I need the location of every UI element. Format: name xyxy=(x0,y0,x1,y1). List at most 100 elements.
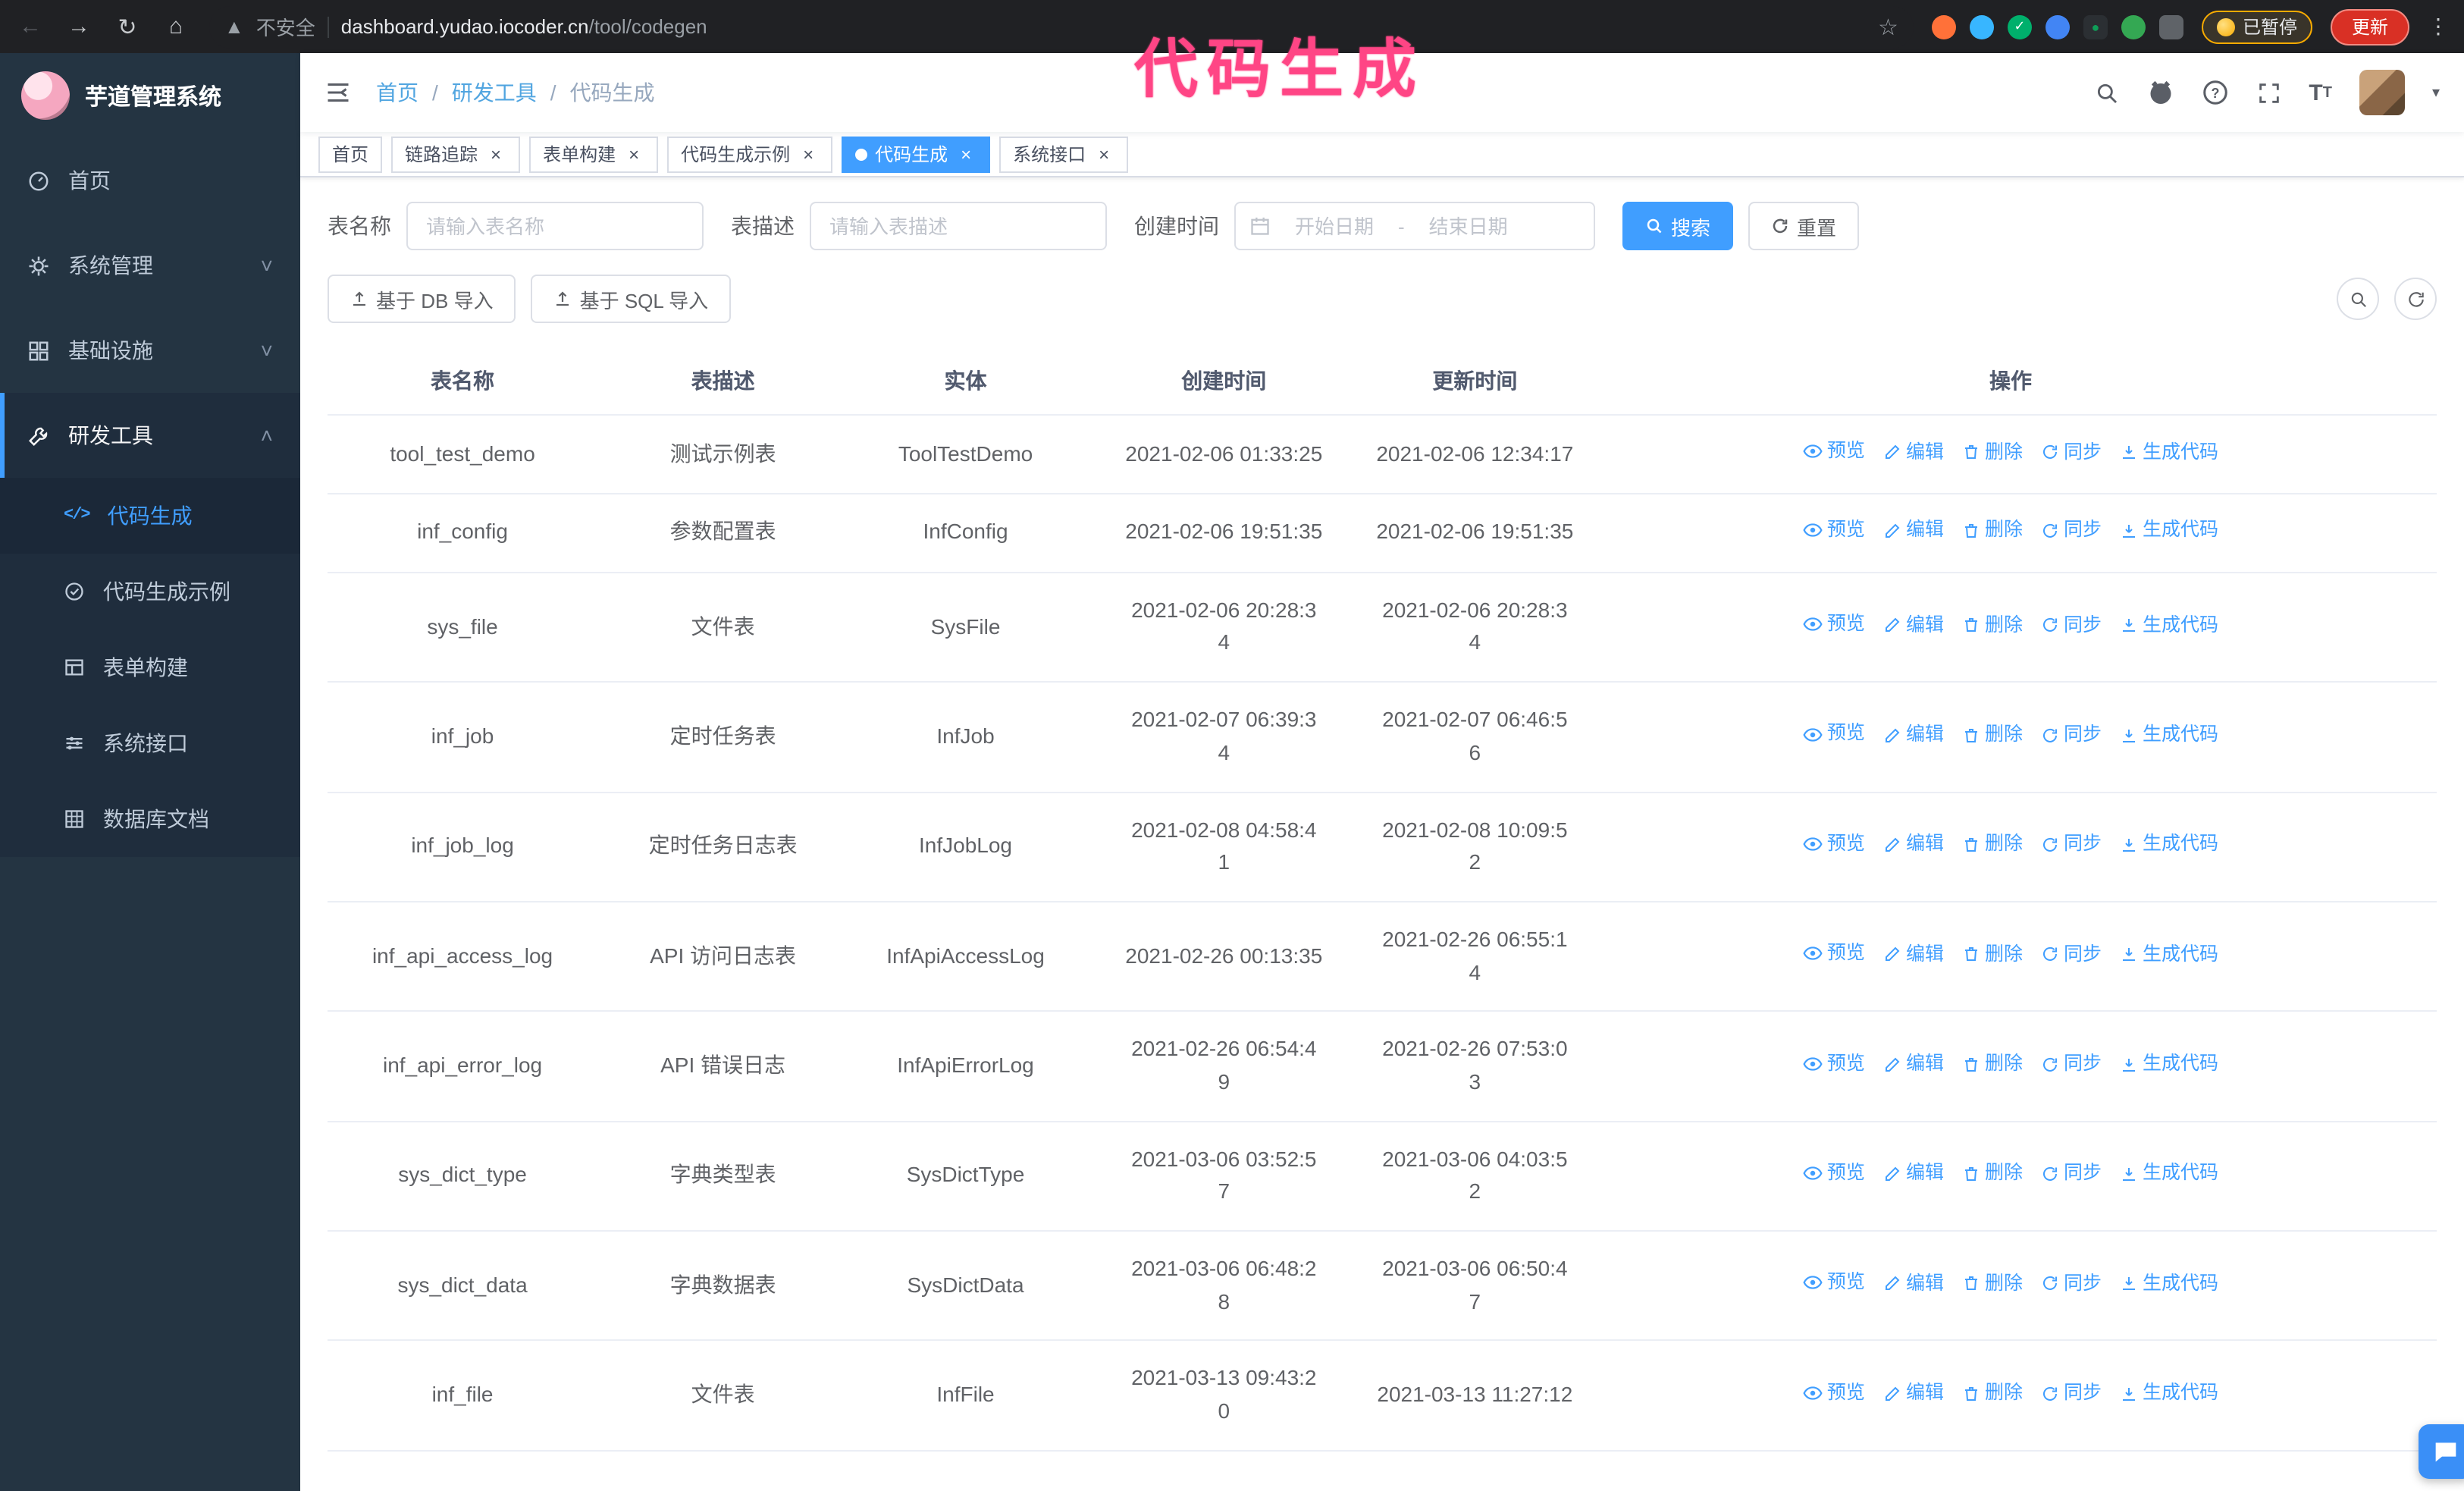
close-icon[interactable]: × xyxy=(1093,143,1114,165)
sidebar-item-system[interactable]: 系统管理 ˅ xyxy=(0,223,300,308)
action-sync[interactable]: 同步 xyxy=(2041,1050,2102,1079)
browser-back-icon[interactable]: ← xyxy=(15,14,45,39)
action-generate[interactable]: 生成代码 xyxy=(2120,1160,2218,1189)
extension-icon-6[interactable] xyxy=(2121,14,2146,39)
action-preview[interactable]: 预览 xyxy=(1803,830,1865,859)
action-preview[interactable]: 预览 xyxy=(1803,1159,1865,1188)
extension-icon-4[interactable] xyxy=(2045,14,2070,39)
action-sync[interactable]: 同步 xyxy=(2041,516,2102,546)
help-icon[interactable]: ? xyxy=(2201,79,2228,106)
action-generate[interactable]: 生成代码 xyxy=(2120,438,2218,467)
sidebar-item-infrastructure[interactable]: 基础设施 ˅ xyxy=(0,308,300,393)
end-date-input[interactable] xyxy=(1413,215,1523,237)
bookmark-star-icon[interactable]: ☆ xyxy=(1878,13,1898,40)
customer-service-widget[interactable] xyxy=(2419,1424,2464,1479)
action-generate[interactable]: 生成代码 xyxy=(2120,830,2218,860)
table-desc-input[interactable] xyxy=(810,202,1107,250)
action-delete[interactable]: 删除 xyxy=(1962,438,2023,467)
action-edit[interactable]: 编辑 xyxy=(1883,1270,1944,1299)
reset-button[interactable]: 重置 xyxy=(1748,202,1860,250)
close-icon[interactable]: × xyxy=(798,143,819,165)
extensions-puzzle-icon[interactable] xyxy=(2158,14,2183,39)
browser-home-icon[interactable]: ⌂ xyxy=(161,14,191,39)
font-size-icon[interactable]: TT xyxy=(2309,80,2332,105)
table-name-input[interactable] xyxy=(406,202,704,250)
action-edit[interactable]: 编辑 xyxy=(1883,1160,1944,1189)
action-delete[interactable]: 删除 xyxy=(1962,516,2023,546)
action-sync[interactable]: 同步 xyxy=(2041,940,2102,969)
address-bar[interactable]: ▲︎ 不安全 dashboard.yudao.iocoder.cn/tool/c… xyxy=(209,5,1914,48)
tab-system-api[interactable]: 系统接口 × xyxy=(999,136,1129,172)
date-range-picker[interactable]: - xyxy=(1234,202,1595,250)
action-delete[interactable]: 删除 xyxy=(1962,1050,2023,1079)
action-sync[interactable]: 同步 xyxy=(2041,1379,2102,1408)
action-edit[interactable]: 编辑 xyxy=(1883,438,1944,467)
action-delete[interactable]: 删除 xyxy=(1962,720,2023,750)
sidebar-item-dev-tools[interactable]: 研发工具 ˄ xyxy=(0,393,300,478)
action-edit[interactable]: 编辑 xyxy=(1883,1379,1944,1408)
action-delete[interactable]: 删除 xyxy=(1962,1379,2023,1408)
breadcrumb-home[interactable]: 首页 xyxy=(376,77,419,108)
action-sync[interactable]: 同步 xyxy=(2041,438,2102,467)
action-edit[interactable]: 编辑 xyxy=(1883,940,1944,969)
app-logo[interactable]: 芋道管理系统 xyxy=(0,53,300,138)
browser-forward-icon[interactable]: → xyxy=(64,14,94,39)
action-sync[interactable]: 同步 xyxy=(2041,720,2102,750)
github-icon[interactable] xyxy=(2146,79,2174,106)
action-sync[interactable]: 同步 xyxy=(2041,1270,2102,1299)
action-delete[interactable]: 删除 xyxy=(1962,1160,2023,1189)
action-sync[interactable]: 同步 xyxy=(2041,611,2102,640)
fullscreen-icon[interactable] xyxy=(2256,80,2281,105)
action-generate[interactable]: 生成代码 xyxy=(2120,720,2218,750)
tab-codegen[interactable]: 代码生成 × xyxy=(842,136,991,172)
import-sql-button[interactable]: 基于 SQL 导入 xyxy=(531,275,732,323)
tab-home[interactable]: 首页 xyxy=(318,136,383,172)
action-preview[interactable]: 预览 xyxy=(1803,1378,1865,1408)
sidebar-item-codegen[interactable]: </> 代码生成 xyxy=(0,478,300,554)
action-generate[interactable]: 生成代码 xyxy=(2120,1050,2218,1079)
action-sync[interactable]: 同步 xyxy=(2041,1160,2102,1189)
start-date-input[interactable] xyxy=(1280,215,1389,237)
action-preview[interactable]: 预览 xyxy=(1803,1269,1865,1298)
close-icon[interactable]: × xyxy=(623,143,644,165)
sidebar-item-codegen-example[interactable]: 代码生成示例 xyxy=(0,554,300,629)
action-edit[interactable]: 编辑 xyxy=(1883,516,1944,546)
tab-tracing[interactable]: 链路追踪 × xyxy=(391,136,521,172)
browser-update-button[interactable]: 更新 xyxy=(2330,8,2409,45)
action-generate[interactable]: 生成代码 xyxy=(2120,1379,2218,1408)
tab-codegen-example[interactable]: 代码生成示例 × xyxy=(667,136,833,172)
user-avatar[interactable] xyxy=(2359,70,2405,115)
action-edit[interactable]: 编辑 xyxy=(1883,830,1944,860)
action-preview[interactable]: 预览 xyxy=(1803,610,1865,639)
action-preview[interactable]: 预览 xyxy=(1803,720,1865,749)
action-preview[interactable]: 预览 xyxy=(1803,1049,1865,1078)
refresh-table-button[interactable] xyxy=(2394,278,2437,320)
action-edit[interactable]: 编辑 xyxy=(1883,1050,1944,1079)
breadcrumb-dev-tools[interactable]: 研发工具 xyxy=(452,77,537,108)
close-icon[interactable]: × xyxy=(485,143,506,165)
import-db-button[interactable]: 基于 DB 导入 xyxy=(328,275,516,323)
action-edit[interactable]: 编辑 xyxy=(1883,720,1944,750)
action-edit[interactable]: 编辑 xyxy=(1883,611,1944,640)
sidebar-item-home[interactable]: 首页 xyxy=(0,138,300,223)
avatar-caret-icon[interactable]: ▾ xyxy=(2432,84,2440,101)
action-generate[interactable]: 生成代码 xyxy=(2120,1270,2218,1299)
action-delete[interactable]: 删除 xyxy=(1962,940,2023,969)
extension-icon-5[interactable]: ● xyxy=(2083,14,2108,39)
sidebar-item-system-api[interactable]: 系统接口 xyxy=(0,705,300,781)
extension-icon-1[interactable] xyxy=(1931,14,1956,39)
toggle-search-button[interactable] xyxy=(2337,278,2379,320)
hamburger-icon[interactable] xyxy=(324,79,352,106)
action-generate[interactable]: 生成代码 xyxy=(2120,611,2218,640)
close-icon[interactable]: × xyxy=(955,143,977,165)
action-preview[interactable]: 预览 xyxy=(1803,516,1865,545)
action-sync[interactable]: 同步 xyxy=(2041,830,2102,860)
action-generate[interactable]: 生成代码 xyxy=(2120,516,2218,546)
browser-reload-icon[interactable]: ↻ xyxy=(112,13,143,40)
search-button[interactable]: 搜索 xyxy=(1622,202,1734,250)
action-preview[interactable]: 预览 xyxy=(1803,939,1865,968)
extension-icon-3[interactable]: ✓ xyxy=(2007,14,2032,39)
action-delete[interactable]: 删除 xyxy=(1962,1270,2023,1299)
action-generate[interactable]: 生成代码 xyxy=(2120,940,2218,969)
sidebar-item-form-builder[interactable]: 表单构建 xyxy=(0,629,300,705)
